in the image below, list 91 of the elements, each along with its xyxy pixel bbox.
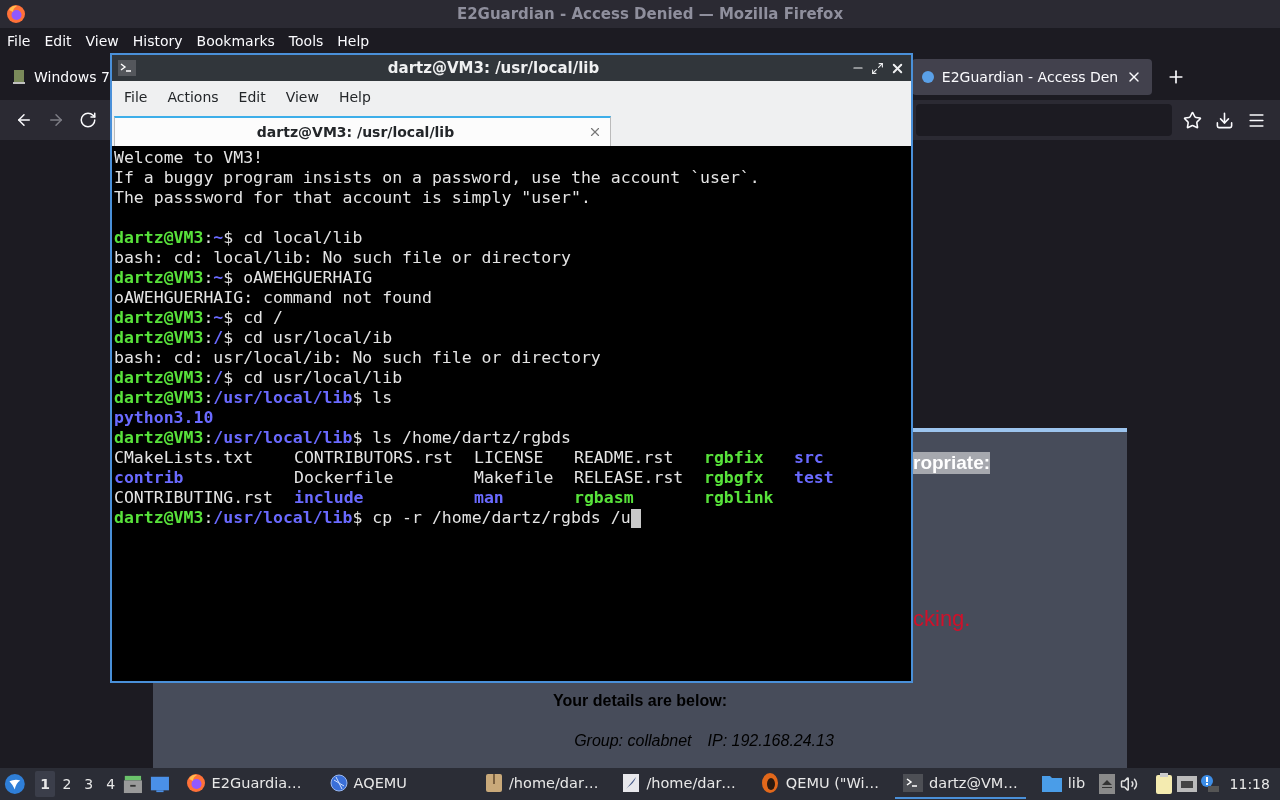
download-icon [1214, 110, 1234, 130]
file-name: CONTRIBUTING.rst [114, 488, 274, 508]
star-icon [1182, 110, 1202, 130]
ip-text: IP: 192.168.24.13 [707, 732, 834, 750]
file-name: RELEASE.rst [574, 468, 685, 488]
desktop-icon[interactable] [150, 774, 170, 794]
terminal-icon [903, 774, 924, 792]
terminal-line: If a buggy program insists on a password, use the account `user`. [114, 168, 760, 188]
browser-tab[interactable]: E2Guardian - Access Den [911, 59, 1153, 95]
taskbar-task[interactable]: dartz@VM… [895, 769, 1026, 799]
archive-icon [485, 773, 503, 793]
taskbar-task[interactable]: lib [1033, 769, 1094, 799]
tab-title: E2Guardian - Access Den [941, 69, 1119, 85]
menu-item[interactable]: Help [330, 33, 377, 49]
file-name: rgbfix [704, 448, 765, 468]
window-title: dartz@VM3: /usr/local/lib [386, 59, 601, 77]
terminal-line: dartz@VM3:/$ cd usr/local/lib [114, 368, 403, 388]
terminal-line: dartz@VM3:/$ cd usr/local/ib [114, 328, 393, 348]
terminal-line: dartz@VM3:/usr/local/lib$ ls /home/dartz/rgbds [114, 428, 571, 448]
menu-item[interactable]: File [0, 33, 38, 49]
taskbar-task[interactable]: QEMU ("Wi… [751, 769, 888, 799]
terminal-line: The passsword for that account is simply "user". [114, 188, 591, 208]
file-name: Makefile [474, 468, 555, 488]
menu-item[interactable]: History [125, 33, 190, 49]
terminal-line: Welcome to VM3! [114, 148, 263, 168]
file-name: Dockerfile [294, 468, 395, 488]
file-name: test [794, 468, 835, 488]
clipboard-icon[interactable] [1153, 773, 1174, 795]
terminal-line: bash: cd: local/lib: No such file or directory [114, 248, 571, 268]
folder-icon [1041, 774, 1062, 792]
eject-icon[interactable] [1097, 773, 1117, 795]
warning-text: cking. [913, 606, 971, 632]
maximize-icon[interactable] [871, 61, 884, 75]
globe-icon [329, 774, 348, 792]
file-name: rgbgfx [704, 468, 765, 488]
clock: 11:18 [1229, 776, 1270, 792]
file-name: LICENSE [474, 448, 545, 468]
terminal-line: oAWEHGUERHAIG: command not found [114, 288, 432, 308]
taskbar-task[interactable]: /home/dar… [477, 769, 607, 799]
menu-item[interactable]: View [78, 33, 126, 49]
page-text: ropriate: [913, 452, 991, 474]
menu-item[interactable]: View [275, 89, 329, 105]
menu-item[interactable]: Edit [228, 89, 276, 105]
workspace-button[interactable]: 1 [35, 771, 55, 797]
tab-favicon-icon [12, 69, 26, 85]
taskbar-task[interactable]: E2Guardia… [177, 769, 310, 799]
globe-icon [921, 71, 934, 83]
file-name: README.rst [574, 448, 675, 468]
menu-item[interactable]: Edit [37, 33, 79, 49]
browser-tab[interactable]: Windows 7 [4, 59, 110, 95]
menu-item[interactable]: Actions [157, 89, 229, 105]
terminal-tab[interactable]: dartz@VM3: /usr/local/lib [114, 116, 611, 146]
terminal-line: dartz@VM3:~$ oAWEHGUERHAIG [114, 268, 373, 288]
tab-title: Windows 7 [34, 69, 110, 85]
terminal-line: bash: cd: usr/local/ib: No such file or directory [114, 348, 601, 368]
window-title: E2Guardian - Access Denied — Mozilla Firefox [455, 5, 845, 23]
menu-item[interactable]: Help [328, 89, 381, 105]
taskbar-task[interactable]: AQEMU [321, 769, 415, 799]
terminal-line: dartz@VM3:~$ cd local/lib [114, 228, 363, 248]
file-name: man [474, 488, 505, 508]
firefox-icon [185, 773, 206, 793]
group-text: Group: collabnet [574, 732, 692, 750]
file-name: contrib [114, 468, 185, 488]
menu-item[interactable]: Bookmarks [189, 33, 282, 49]
file-name: rgbasm [574, 488, 635, 508]
file-name: CMakeLists.txt [114, 448, 255, 468]
terminal-line: dartz@VM3:~$ cd / [114, 308, 283, 328]
file-name: CONTRIBUTORS.rst [294, 448, 454, 468]
terminal-line: dartz@VM3:/usr/local/lib$ cp -r /home/dartz/rgbds /u [114, 508, 631, 528]
file-name: include [294, 488, 365, 508]
taskbar-task[interactable]: /home/dar… [614, 769, 744, 799]
network-icon[interactable] [1175, 773, 1198, 795]
terminal-icon [118, 60, 136, 76]
workspace-button[interactable]: 3 [78, 771, 99, 797]
menu-item[interactable]: Tools [281, 33, 331, 49]
reload-icon [79, 111, 97, 129]
terminal-line: python3.10 [114, 408, 214, 428]
file-name: src [794, 448, 825, 468]
workspace-button[interactable]: 2 [57, 771, 77, 797]
forward-arrow-icon [47, 111, 65, 129]
terminal-line: dartz@VM3:/usr/local/lib$ ls [114, 388, 393, 408]
firefox-logo-icon [6, 4, 26, 24]
details-heading: Your details are below: [553, 692, 727, 710]
bird-icon [759, 772, 780, 794]
file-name: rgblink [704, 488, 775, 508]
update-notification-icon[interactable] [1199, 773, 1220, 795]
workspace-button[interactable]: 4 [100, 771, 121, 797]
file-cabinet-icon[interactable] [122, 773, 143, 795]
feather-icon [622, 773, 641, 793]
start-menu-icon[interactable] [4, 772, 26, 796]
menu-item[interactable]: File [114, 89, 158, 105]
